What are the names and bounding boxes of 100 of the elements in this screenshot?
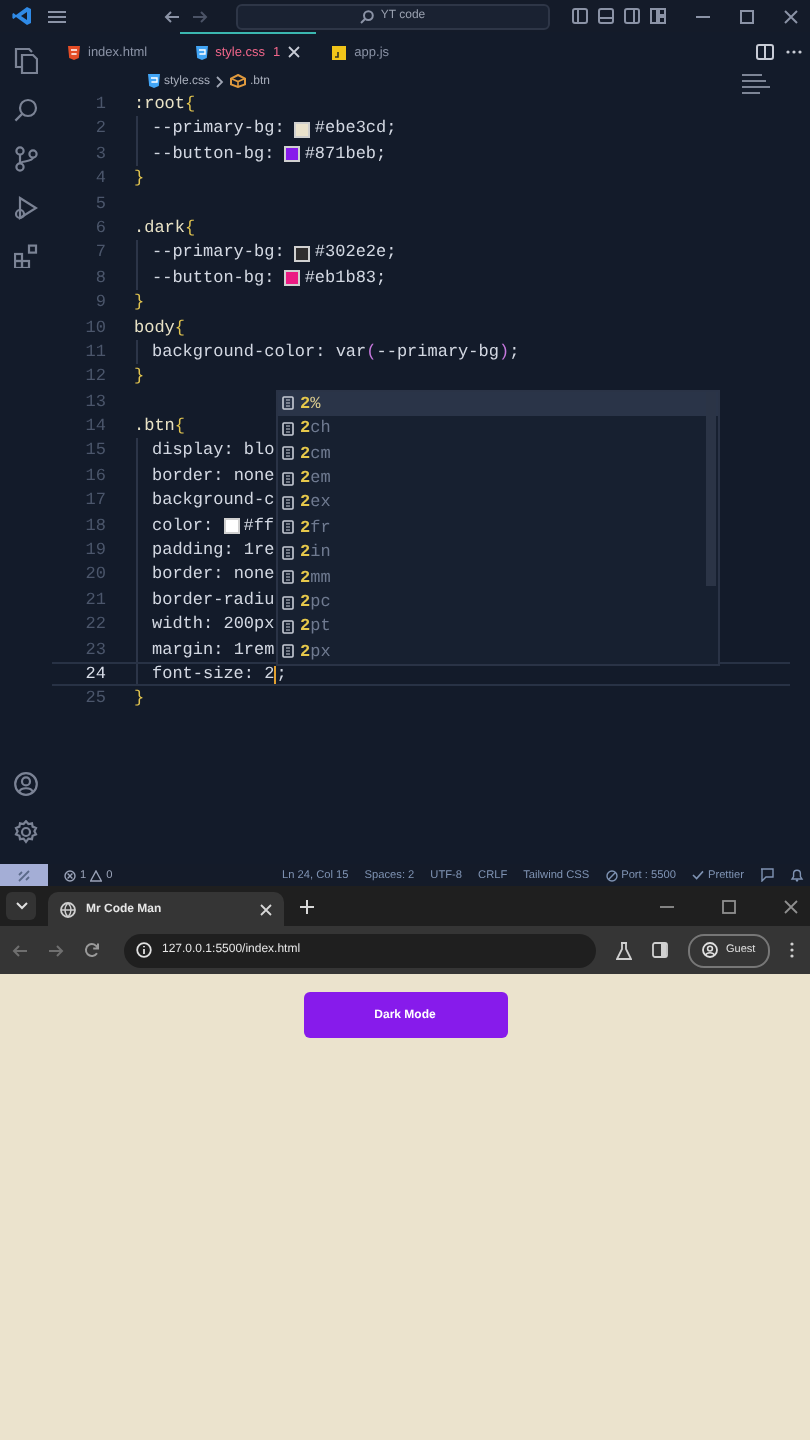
color-swatch[interactable]	[284, 145, 301, 162]
css-file-icon	[148, 74, 160, 88]
color-swatch[interactable]	[294, 245, 311, 262]
suggestion-item[interactable]: 2cm	[278, 441, 718, 466]
panel-icon[interactable]	[598, 8, 614, 24]
suggestion-item[interactable]: 2in	[278, 540, 718, 566]
code-token: .dark	[134, 215, 186, 241]
line-number: 21	[83, 587, 106, 613]
globe-icon	[60, 901, 76, 917]
account-icon[interactable]	[14, 772, 38, 796]
text-cursor	[274, 665, 277, 684]
files-icon[interactable]	[14, 48, 38, 74]
suggestion-item[interactable]: 2%	[278, 391, 718, 417]
suggestion-item[interactable]: 2ex	[278, 490, 718, 516]
tab-search-button[interactable]	[6, 892, 36, 920]
grid-icon[interactable]	[650, 8, 666, 24]
code-token: :	[213, 637, 226, 662]
code-token: display	[152, 438, 224, 464]
info-icon[interactable]	[136, 942, 152, 958]
code-token: border	[152, 463, 214, 489]
code-token: .btn	[134, 414, 175, 439]
close-icon[interactable]	[784, 9, 798, 23]
code-token: :	[274, 240, 287, 266]
code-token: margin	[152, 637, 214, 662]
unit-icon	[282, 446, 294, 461]
check-icon	[691, 870, 704, 880]
code-token: font-size	[152, 663, 244, 685]
reload-icon[interactable]	[84, 942, 100, 958]
code-token: :	[264, 265, 277, 291]
suggestion-item[interactable]: 2pc	[278, 589, 718, 615]
side-panel-icon[interactable]	[652, 942, 668, 958]
source-control-icon[interactable]	[14, 146, 38, 172]
flask-icon[interactable]	[616, 941, 632, 959]
close-icon[interactable]	[288, 46, 301, 58]
color-swatch[interactable]	[223, 517, 240, 534]
code-token: )	[498, 339, 510, 365]
color-swatch[interactable]	[294, 121, 311, 138]
code-token: --button-bg	[152, 141, 265, 167]
unit-icon	[282, 570, 294, 585]
menu-icon[interactable]	[48, 9, 66, 23]
app-logo-icon[interactable]	[12, 6, 32, 26]
code-token: width	[152, 612, 204, 638]
remote-icon	[18, 869, 30, 881]
code-token: background-c	[152, 488, 275, 514]
new-tab-icon[interactable]	[300, 899, 314, 913]
code-token: }	[134, 686, 145, 712]
line-number: 7	[93, 240, 106, 266]
line-number: 18	[83, 513, 106, 539]
code-token: :	[315, 339, 328, 365]
line-number: 19	[83, 538, 106, 563]
line-number: 10	[83, 315, 106, 340]
code-token: 2	[264, 663, 275, 685]
line-number: 3	[93, 141, 106, 167]
feedback-icon[interactable]	[760, 868, 774, 882]
line-number: 2	[93, 116, 106, 142]
bell-icon[interactable]	[790, 868, 804, 882]
code-token: {	[174, 315, 186, 340]
back-arrow-icon[interactable]	[164, 9, 180, 23]
code-token: 1rem	[233, 637, 275, 662]
line-number: 5	[93, 191, 106, 216]
layout-icon[interactable]	[572, 8, 588, 24]
settings-icon[interactable]	[14, 820, 38, 844]
suggestion-item[interactable]: 2ch	[278, 416, 718, 442]
code-token: none	[233, 463, 275, 489]
suggestion-item[interactable]: 2px	[278, 639, 718, 665]
search-icon[interactable]	[14, 98, 38, 122]
split-editor-icon[interactable]	[756, 43, 774, 59]
maximize-icon[interactable]	[740, 9, 754, 23]
kebab-menu-icon[interactable]	[789, 942, 794, 958]
close-icon[interactable]	[784, 899, 798, 913]
maximize-icon[interactable]	[722, 899, 736, 913]
line-number: 20	[83, 562, 106, 588]
code-token: --button-bg	[152, 265, 265, 291]
run-debug-icon[interactable]	[14, 196, 38, 220]
suggestion-item[interactable]: 2pt	[278, 614, 718, 640]
code-token: :	[203, 513, 216, 539]
code-token: --primary-bg	[152, 116, 275, 142]
code-token: border-radiu	[152, 587, 275, 613]
code-token: #eb1b83;	[304, 265, 387, 291]
code-token: :	[274, 116, 287, 142]
code-token: {	[174, 414, 186, 439]
extensions-icon[interactable]	[14, 244, 38, 268]
line-number: 13	[83, 389, 106, 415]
cube-symbol-icon	[230, 74, 247, 88]
profile-icon	[702, 942, 718, 958]
chevron-right-icon	[216, 75, 225, 87]
suggestion-item[interactable]: 2em	[278, 465, 718, 491]
color-swatch[interactable]	[284, 269, 301, 286]
code-token: padding	[152, 538, 224, 563]
code-token: #ff	[243, 513, 275, 539]
suggestion-item[interactable]: 2mm	[278, 565, 718, 590]
suggestion-item[interactable]: 2fr	[278, 515, 718, 541]
forward-arrow-icon[interactable]	[48, 943, 64, 957]
back-arrow-icon[interactable]	[12, 943, 28, 957]
code-token: :	[223, 438, 236, 464]
line-number: 23	[83, 637, 106, 662]
sidebar-icon[interactable]	[624, 8, 640, 24]
code-token: background-color	[152, 339, 316, 365]
code-token: ;	[509, 339, 520, 365]
unit-icon	[282, 620, 294, 634]
